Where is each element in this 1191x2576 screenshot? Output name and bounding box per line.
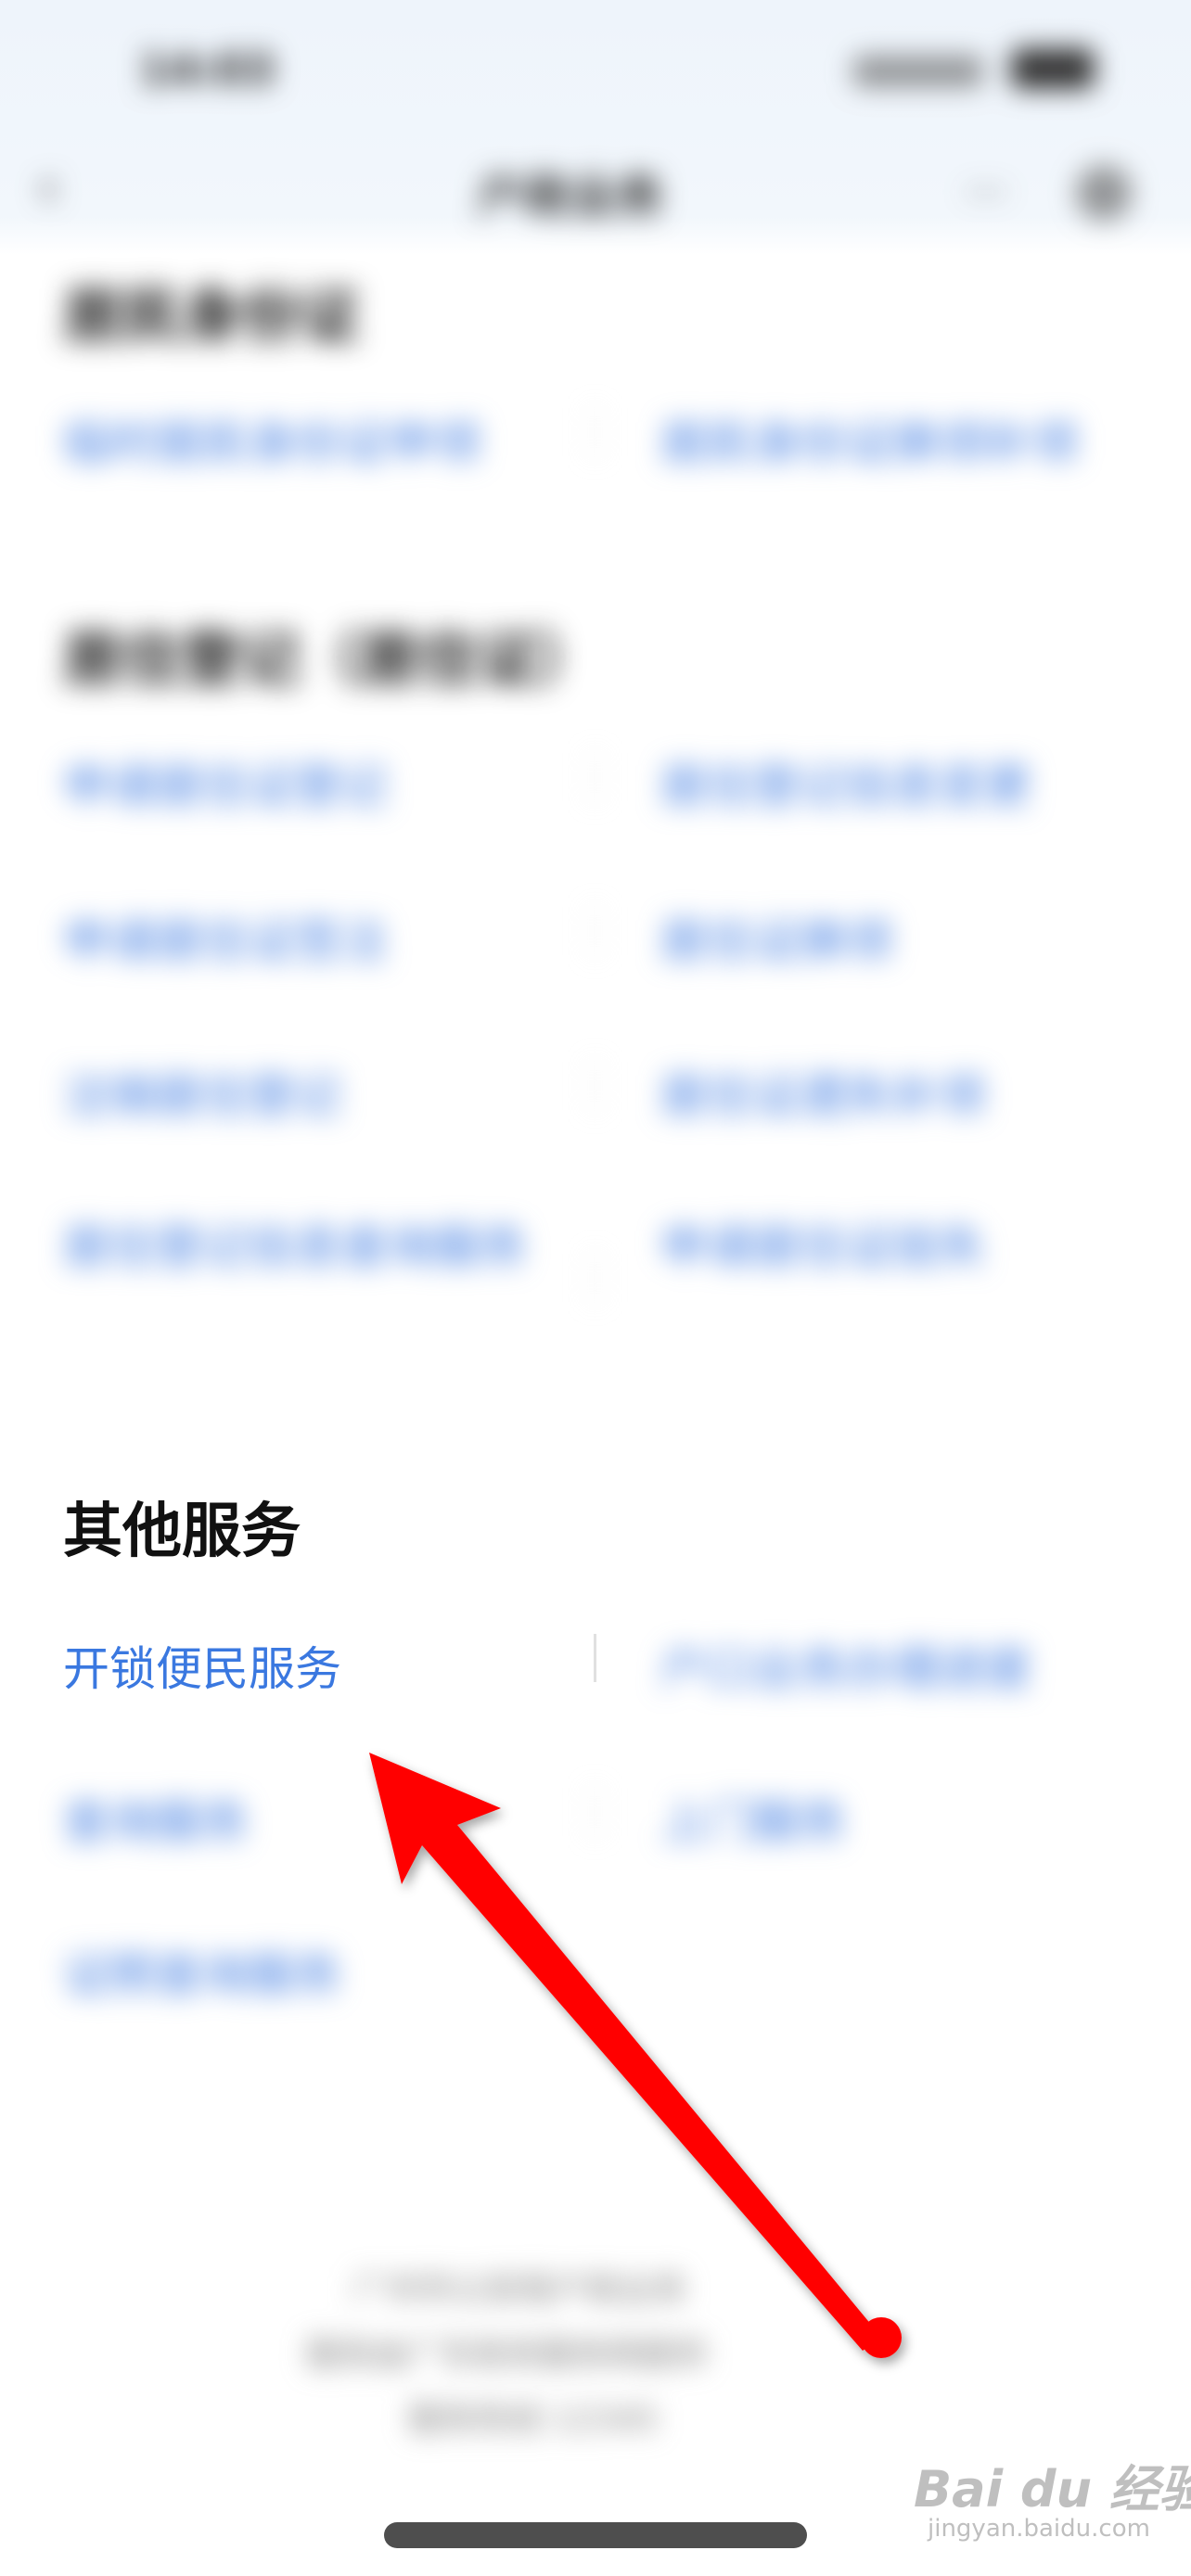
status-time: 14:03: [139, 45, 275, 95]
divider: [594, 753, 596, 801]
arrow-dot: [861, 2317, 902, 2358]
footer-line: 服务由广东政务服务网提供: [306, 2336, 708, 2374]
watermark-url: jingyan.baidu.com: [928, 2515, 1150, 2543]
link-item[interactable]: 户口业务办理进度: [660, 1632, 1031, 1699]
section-title-other-services: 其他服务: [63, 1498, 301, 1566]
section-title: 居民身份证: [63, 283, 360, 351]
link-item[interactable]: 注销居住登记: [63, 1059, 341, 1126]
link-item[interactable]: 居住登记信息变更: [660, 749, 1031, 816]
page-title: 户政业务: [478, 170, 663, 223]
signal-icon: [853, 56, 983, 87]
footer-line: 服务热线 12345: [408, 2401, 659, 2439]
link-item[interactable]: 居住证遗失补领: [660, 1059, 985, 1126]
back-icon[interactable]: ‹: [37, 159, 82, 215]
link-item[interactable]: 居住证换领: [660, 904, 892, 971]
battery-icon: [1011, 48, 1095, 89]
link-item[interactable]: 申请居住证签注: [63, 904, 388, 971]
link-item[interactable]: 临时居民身份证申领: [63, 406, 480, 473]
link-item[interactable]: 申请居住证登记: [63, 749, 388, 816]
link-item[interactable]: 查询服务: [63, 1785, 249, 1852]
more-icon[interactable]: ···: [965, 167, 1020, 219]
divider: [594, 1062, 596, 1110]
footer-line: 广州市公安局户政业务: [352, 2271, 687, 2309]
section-title: 居住登记（居住证）: [63, 626, 597, 695]
unlock-service-link[interactable]: 开锁便民服务: [63, 1632, 341, 1699]
divider: [594, 1788, 596, 1836]
divider: [594, 1634, 596, 1682]
home-indicator: [384, 2522, 807, 2548]
link-item[interactable]: 上门服务: [660, 1785, 846, 1852]
divider: [594, 1254, 596, 1302]
link-item[interactable]: 居住登记信息查询服务: [63, 1210, 527, 1277]
link-item[interactable]: 证照查询服务: [63, 1938, 341, 2005]
link-item[interactable]: 申请居住证挂失: [660, 1210, 985, 1277]
divider: [594, 408, 596, 456]
close-icon[interactable]: [1076, 165, 1132, 221]
divider: [594, 907, 596, 955]
link-item[interactable]: 居民身份证换领补领: [660, 406, 1078, 473]
watermark-logo: Bai du 经验: [914, 2460, 1191, 2519]
status-indicators: [853, 48, 1095, 95]
